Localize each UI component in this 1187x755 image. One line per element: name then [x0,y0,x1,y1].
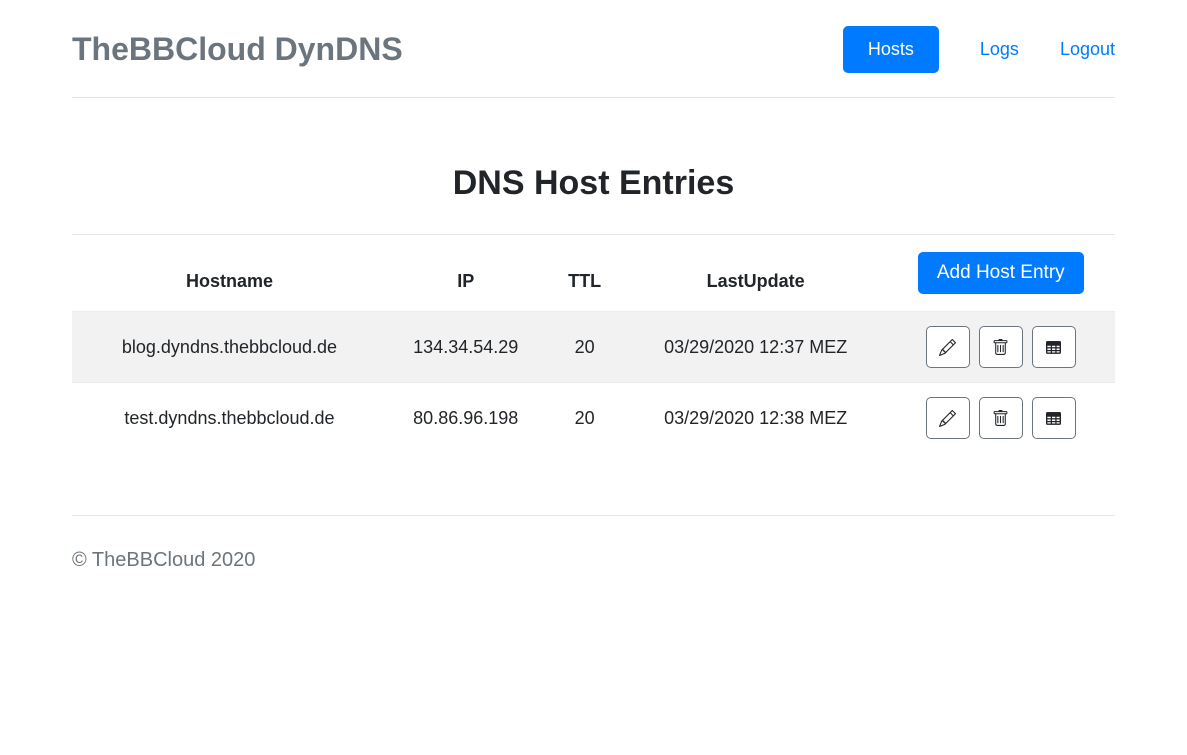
trash-icon [992,339,1009,356]
details-button[interactable] [1032,326,1076,368]
cell-actions [887,383,1115,454]
cell-hostname: test.dyndns.thebbcloud.de [72,383,387,454]
dns-hosts-table: Hostname IP TTL LastUpdate Add Host Entr… [72,234,1115,453]
delete-button[interactable] [979,397,1023,439]
page-title: DNS Host Entries [72,164,1115,203]
details-button[interactable] [1032,397,1076,439]
cell-ttl: 20 [544,383,624,454]
cell-actions [887,312,1115,383]
table-icon [1045,410,1062,427]
copyright-text: © TheBBCloud 2020 [72,549,255,571]
app-title: TheBBCloud DynDNS [72,31,403,68]
page-root: TheBBCloud DynDNS Hosts Logs Logout DNS … [0,0,1187,755]
column-header-hostname: Hostname [72,235,387,312]
edit-button[interactable] [926,397,970,439]
cell-ip: 134.34.54.29 [387,312,544,383]
table-header-row: Hostname IP TTL LastUpdate Add Host Entr… [72,235,1115,312]
nav-tab-logout[interactable]: Logout [1060,39,1115,60]
table-row: test.dyndns.thebbcloud.de 80.86.96.198 2… [72,383,1115,454]
column-header-ttl: TTL [544,235,624,312]
footer: © TheBBCloud 2020 [72,515,1115,612]
edit-button[interactable] [926,326,970,368]
column-header-ip: IP [387,235,544,312]
trash-icon [992,410,1009,427]
delete-button[interactable] [979,326,1023,368]
nav-tab-logs[interactable]: Logs [980,39,1019,60]
pencil-icon [939,410,956,427]
nav-tab-hosts[interactable]: Hosts [843,26,939,73]
main-content: DNS Host Entries Hostname IP TTL LastUpd… [72,164,1115,453]
cell-hostname: blog.dyndns.thebbcloud.de [72,312,387,383]
cell-ttl: 20 [544,312,624,383]
cell-ip: 80.86.96.198 [387,383,544,454]
table-row: blog.dyndns.thebbcloud.de 134.34.54.29 2… [72,312,1115,383]
add-host-entry-button[interactable]: Add Host Entry [918,252,1084,294]
main-nav: Hosts Logs Logout [843,26,1115,73]
cell-lastupdate: 03/29/2020 12:38 MEZ [625,383,887,454]
header: TheBBCloud DynDNS Hosts Logs Logout [72,0,1115,98]
table-icon [1045,339,1062,356]
pencil-icon [939,339,956,356]
column-header-lastupdate: LastUpdate [625,235,887,312]
cell-lastupdate: 03/29/2020 12:37 MEZ [625,312,887,383]
column-header-actions: Add Host Entry [887,235,1115,312]
